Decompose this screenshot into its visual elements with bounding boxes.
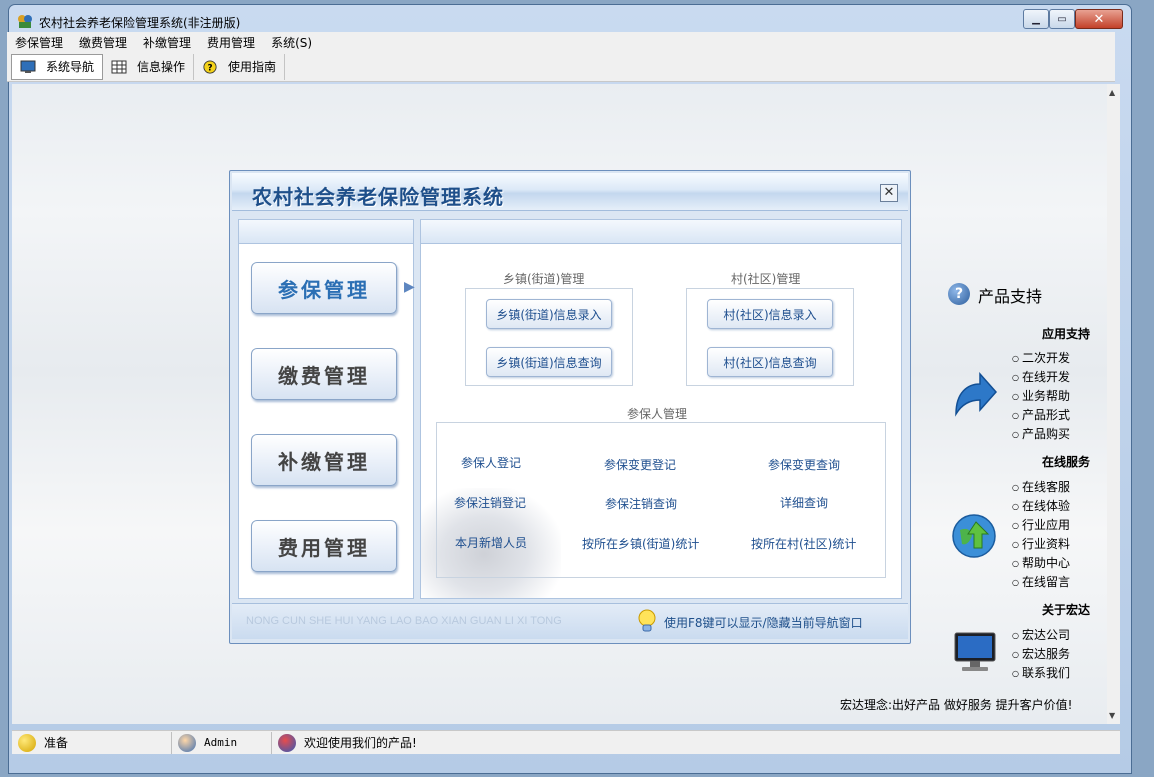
nav-payment-button[interactable]: 缴费管理 (251, 348, 397, 400)
about-title: 关于宏达 (1042, 603, 1091, 617)
lightbulb-icon (638, 609, 656, 632)
user-icon (178, 733, 196, 752)
function-panel: 乡镇(街道)管理 乡镇(街道)信息录入 乡镇(街道)信息查询 村(社区)管理 村… (420, 219, 902, 599)
online-service-title: 在线服务 (1042, 455, 1091, 469)
app-support-title: 应用支持 (1042, 327, 1091, 341)
scroll-up-icon[interactable]: ▲ (1109, 88, 1115, 97)
footer-tip: 使用F8键可以显示/隐藏当前导航窗口 (664, 616, 863, 630)
question-icon: ? (948, 283, 970, 305)
service-link-trial[interactable]: 在线体验 (1012, 497, 1070, 514)
toolbar: 系统导航 信息操作 ? 使用指南 (7, 52, 1115, 82)
window-title: 农村社会养老保险管理系统(非注册版) (39, 16, 241, 30)
close-button[interactable]: ✕ (1075, 9, 1123, 29)
support-link-business-help[interactable]: 业务帮助 (1012, 387, 1070, 404)
status-user-cell: Admin (172, 731, 272, 754)
nav-tool-button[interactable]: 系统导航 (11, 53, 104, 80)
status-bar: 准备 Admin 欢迎使用我们的产品! (12, 730, 1120, 754)
globe-icon (952, 514, 996, 558)
menu-fee[interactable]: 费用管理 (199, 34, 263, 51)
people-icon (278, 733, 296, 752)
status-message-cell: 欢迎使用我们的产品! (272, 732, 1118, 754)
change-query-link[interactable]: 参保变更查询 (768, 456, 840, 473)
function-panel-header (421, 220, 901, 244)
cancel-query-link[interactable]: 参保注销查询 (605, 495, 677, 512)
maximize-button[interactable]: ▭ (1049, 9, 1075, 29)
app-icon (18, 15, 32, 28)
about-link-company[interactable]: 宏达公司 (1012, 626, 1070, 643)
title-bar[interactable]: 农村社会养老保险管理系统(非注册版) ▁ ▭ ✕ (9, 5, 1131, 35)
support-link-secondary-dev[interactable]: 二次开发 (1012, 349, 1070, 366)
support-link-product-form[interactable]: 产品形式 (1012, 406, 1070, 423)
service-link-industry-app[interactable]: 行业应用 (1012, 516, 1070, 533)
support-link-purchase[interactable]: 产品购买 (1012, 425, 1070, 442)
guide-tool-label: 使用指南 (228, 60, 277, 74)
computer-monitor-icon (954, 632, 996, 671)
town-stats-link[interactable]: 按所在乡镇(街道)统计 (582, 535, 699, 552)
dialog-footer: NONG CUN SHE HUI YANG LAO BAO XIAN GUAN … (232, 603, 908, 639)
nav-panel-header (239, 220, 413, 244)
status-state-cell: 准备 (12, 731, 172, 754)
village-entry-button[interactable]: 村(社区)信息录入 (707, 299, 833, 329)
status-user: Admin (204, 736, 238, 749)
service-link-industry-data[interactable]: 行业资料 (1012, 535, 1070, 552)
nav-panel: 参保管理 缴费管理 补缴管理 费用管理 (238, 219, 414, 599)
navigation-dialog: 农村社会养老保险管理系统 ✕ 参保管理 缴费管理 补缴管理 费用管理 ▶ 乡镇(… (229, 170, 911, 644)
town-entry-button[interactable]: 乡镇(街道)信息录入 (486, 299, 612, 329)
grid-icon (111, 60, 127, 73)
nav-tool-label: 系统导航 (46, 60, 95, 74)
nav-insurance-button[interactable]: 参保管理 (251, 262, 397, 314)
town-query-button[interactable]: 乡镇(街道)信息查询 (486, 347, 612, 377)
bulb-status-icon (18, 733, 36, 752)
status-message: 欢迎使用我们的产品! (304, 736, 417, 750)
company-slogan: 宏达理念:出好产品 做好服务 提升客户价值! (840, 698, 1073, 712)
service-link-customer[interactable]: 在线客服 (1012, 478, 1070, 495)
menu-bar: 参保管理 缴费管理 补缴管理 费用管理 系统(S) (7, 32, 1115, 52)
selected-arrow-icon: ▶ (404, 279, 415, 295)
footer-pinyin: NONG CUN SHE HUI YANG LAO BAO XIAN GUAN … (246, 615, 562, 627)
nav-fee-button[interactable]: 费用管理 (251, 520, 397, 572)
change-register-link[interactable]: 参保变更登记 (604, 456, 676, 473)
insured-group-label: 参保人管理 (627, 407, 688, 421)
village-query-button[interactable]: 村(社区)信息查询 (707, 347, 833, 377)
dialog-title-bar[interactable]: 农村社会养老保险管理系统 ✕ (232, 173, 908, 211)
about-link-contact[interactable]: 联系我们 (1012, 664, 1070, 681)
village-stats-link[interactable]: 按所在村(社区)统计 (751, 535, 856, 552)
menu-payment[interactable]: 缴费管理 (71, 34, 135, 51)
nav-backpay-button[interactable]: 补缴管理 (251, 434, 397, 486)
status-state: 准备 (44, 736, 69, 750)
service-link-help-center[interactable]: 帮助中心 (1012, 554, 1070, 571)
dialog-title: 农村社会养老保险管理系统 (252, 185, 504, 209)
info-tool-label: 信息操作 (137, 60, 186, 74)
scroll-down-icon[interactable]: ▼ (1109, 711, 1115, 720)
about-link-service[interactable]: 宏达服务 (1012, 645, 1070, 662)
monitor-icon (20, 60, 36, 73)
dialog-close-button[interactable]: ✕ (880, 184, 898, 202)
guide-tool-button[interactable]: ? 使用指南 (194, 53, 286, 80)
insured-register-link[interactable]: 参保人登记 (461, 454, 521, 471)
svg-text:?: ? (207, 63, 212, 73)
cancel-register-link[interactable]: 参保注销登记 (454, 494, 526, 511)
detail-query-link[interactable]: 详细查询 (780, 494, 828, 511)
town-group-label: 乡镇(街道)管理 (503, 272, 585, 286)
menu-insurance[interactable]: 参保管理 (7, 34, 71, 51)
support-link-online-dev[interactable]: 在线开发 (1012, 368, 1070, 385)
menu-system[interactable]: 系统(S) (263, 34, 320, 51)
new-members-link[interactable]: 本月新增人员 (455, 534, 527, 551)
info-tool-button[interactable]: 信息操作 (103, 53, 195, 80)
village-group-label: 村(社区)管理 (731, 272, 801, 286)
minimize-button[interactable]: ▁ (1023, 9, 1049, 29)
help-icon: ? (203, 59, 217, 74)
menu-backpay[interactable]: 补缴管理 (135, 34, 199, 51)
service-link-message[interactable]: 在线留言 (1012, 573, 1070, 590)
vertical-scrollbar[interactable]: ▲ ▼ (1107, 84, 1120, 724)
arrow-icon (955, 372, 998, 417)
support-title: 产品支持 (978, 287, 1043, 306)
